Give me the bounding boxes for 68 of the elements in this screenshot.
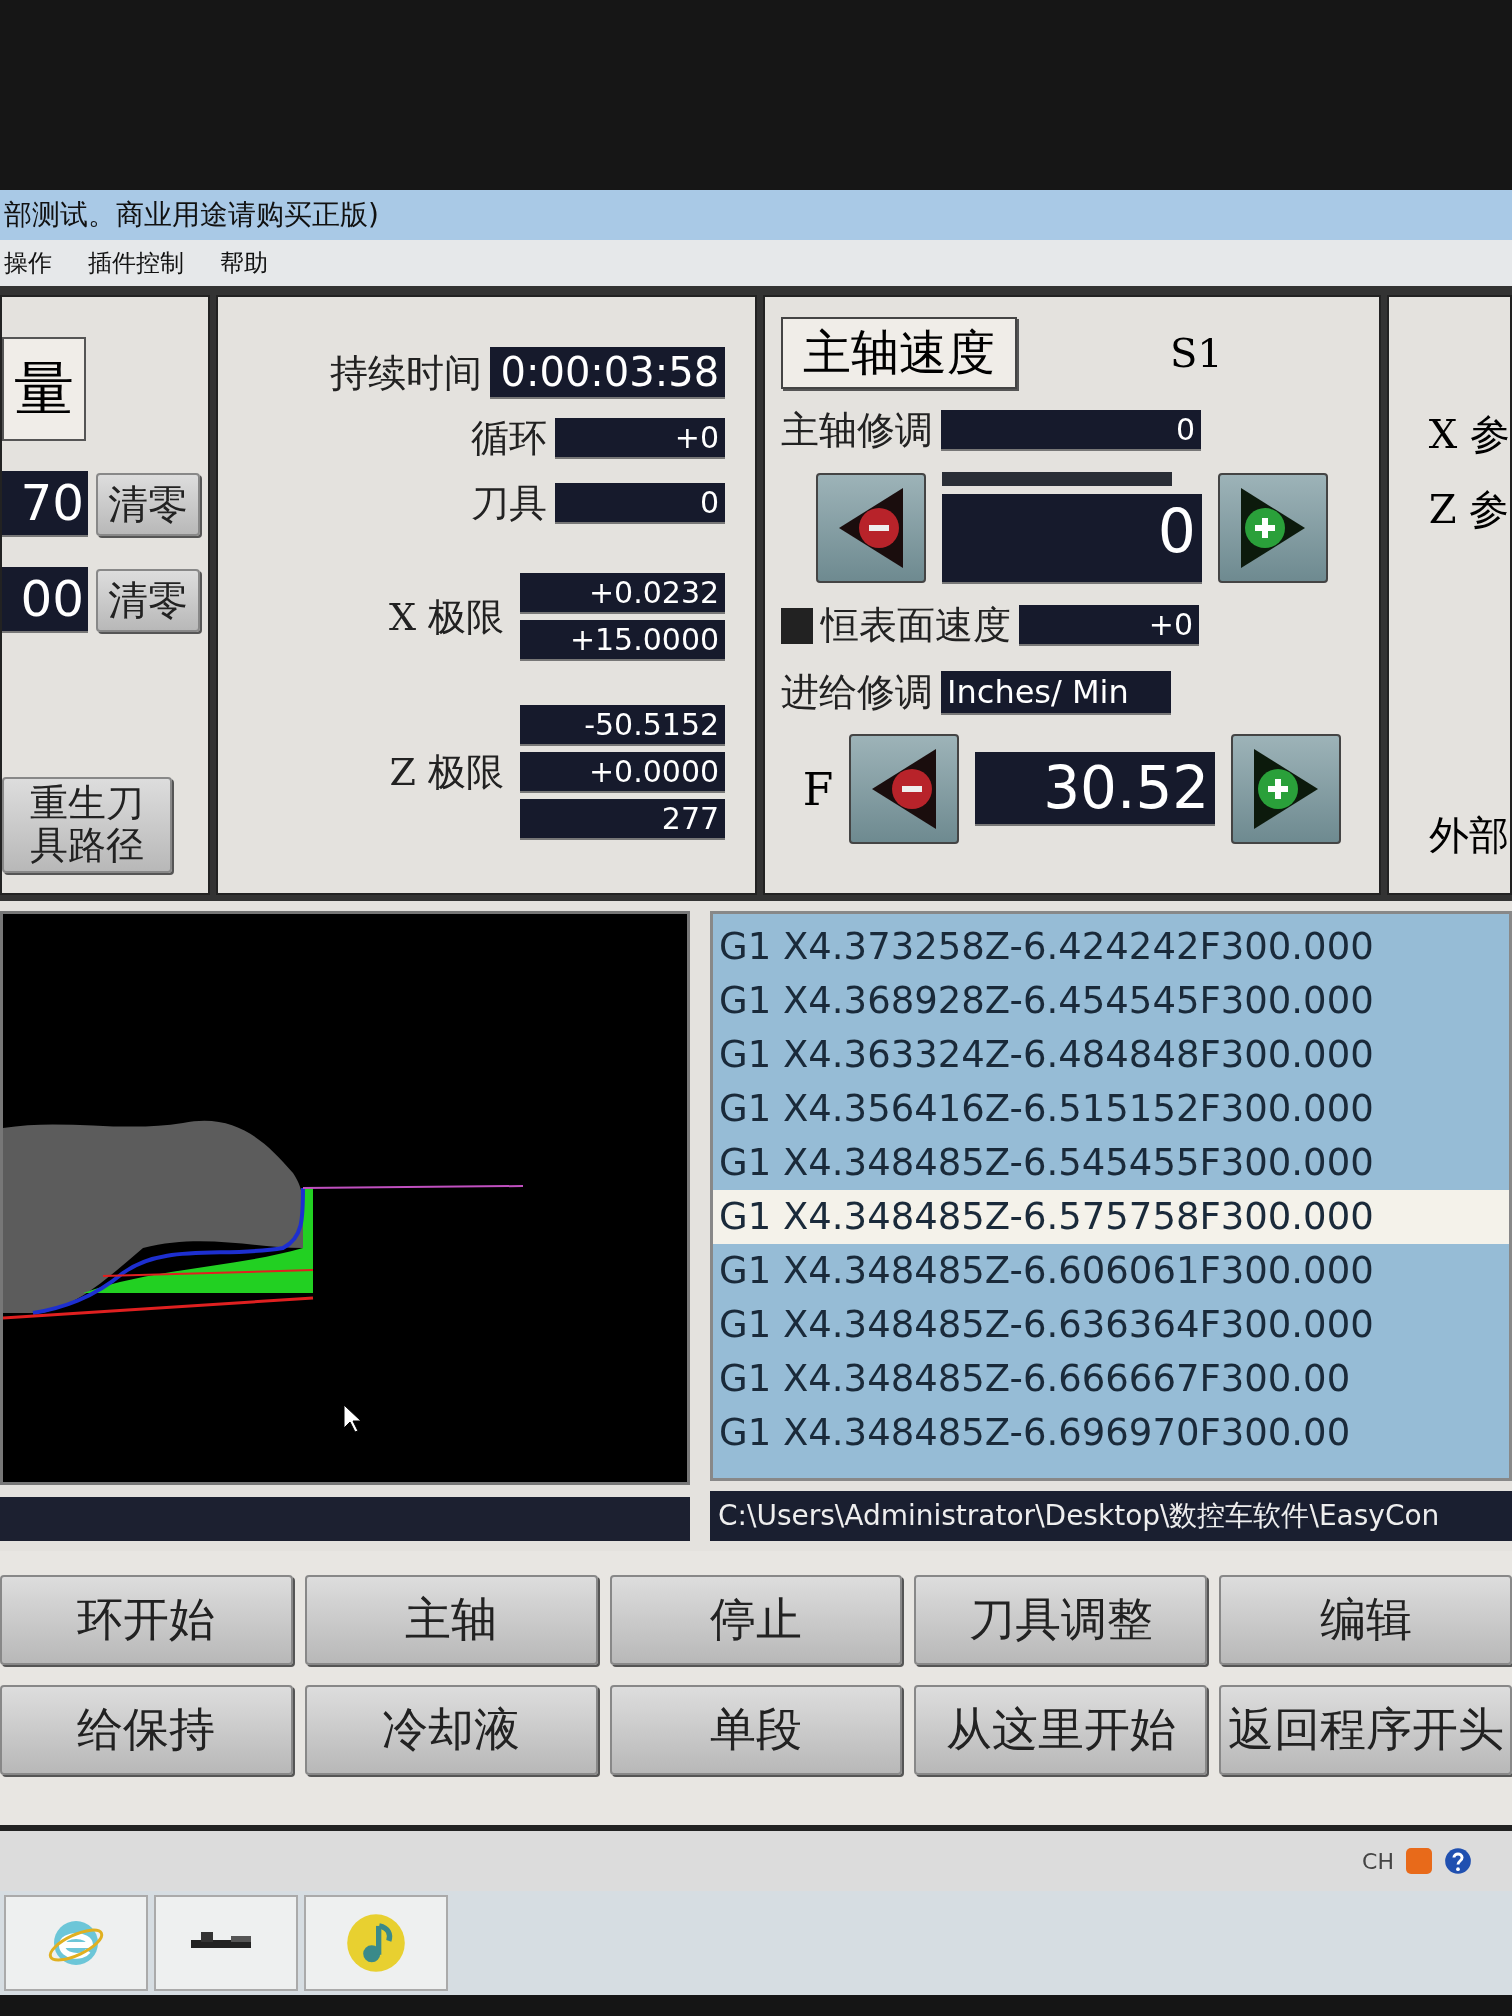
help-icon[interactable] xyxy=(1444,1847,1472,1875)
control-button[interactable]: 环开始 xyxy=(0,1575,293,1665)
spindle-speed-readout: 0 xyxy=(941,494,1202,584)
mouse-cursor-icon xyxy=(343,1404,363,1434)
control-button[interactable]: 刀具调整 xyxy=(914,1575,1208,1665)
regen-toolpath-button[interactable]: 重生刀具路径 xyxy=(2,777,172,873)
css-readout: +0 xyxy=(1019,605,1200,646)
field-label: 持续时间 xyxy=(330,349,483,397)
control-button[interactable]: 返回程序开头 xyxy=(1219,1685,1512,1775)
control-button[interactable]: 主轴 xyxy=(304,1575,598,1665)
gcode-line[interactable]: G1 X4.348485Z-6.545455F300.000 xyxy=(713,1136,1509,1190)
window-title: 部测试。商业用途请购买正版) xyxy=(4,197,379,233)
control-button[interactable]: 编辑 xyxy=(1219,1575,1512,1665)
menu-item[interactable]: 操作 xyxy=(4,247,52,279)
square-indicator-icon xyxy=(781,607,814,644)
feed-units-readout: Inches/ Min xyxy=(941,670,1172,715)
value-readout: 0:00:03:58 xyxy=(490,347,726,399)
increase-button[interactable] xyxy=(1231,734,1342,844)
control-button[interactable]: 从这里开始 xyxy=(914,1685,1208,1775)
decrease-button[interactable] xyxy=(815,473,926,583)
limit-readout: -50.5152 xyxy=(520,705,726,746)
panel-label: 外部 xyxy=(1428,811,1510,860)
gcode-line[interactable]: G1 X4.373258Z-6.424242F300.000 xyxy=(713,920,1509,974)
field-label: 刀具 xyxy=(471,480,548,527)
panel-label: X 参 xyxy=(1428,410,1510,459)
panel-label: Z 参 xyxy=(1428,485,1510,534)
decrease-button[interactable] xyxy=(849,734,960,844)
file-path: C:\Users\Administrator\Desktop\数控车软件\EasyCon xyxy=(710,1491,1512,1541)
feed-readout: 30.52 xyxy=(975,752,1216,826)
panel-heading: 量 xyxy=(2,337,86,441)
gcode-line[interactable]: G1 X4.348485Z-6.636364F300.000 xyxy=(713,1298,1509,1352)
control-button[interactable]: 单段 xyxy=(609,1685,903,1775)
position-readout: 70 xyxy=(2,471,88,537)
spindle-speed-title: 主轴速度 xyxy=(781,317,1018,389)
limit-label: X 极限 xyxy=(388,593,505,641)
taskbar-button[interactable] xyxy=(154,1895,298,1991)
control-button[interactable]: 冷却液 xyxy=(304,1685,598,1775)
gcode-line[interactable]: G1 X4.348485Z-6.696970F300.00 xyxy=(713,1406,1509,1460)
limit-label: Z 极限 xyxy=(389,749,505,796)
limit-readout: 277 xyxy=(520,799,726,840)
spindle-override-readout: 0 xyxy=(941,410,1202,451)
value-readout: 0 xyxy=(555,483,726,524)
limit-readout: +15.0000 xyxy=(520,620,726,661)
feed-label: F xyxy=(802,763,834,815)
field-label: 主轴修调 xyxy=(781,407,934,454)
zero-button[interactable]: 清零 xyxy=(96,568,200,632)
field-label: 进给修调 xyxy=(781,669,934,716)
input-method-icon[interactable] xyxy=(1406,1848,1432,1874)
gcode-line[interactable]: G1 X4.356416Z-6.515152F300.000 xyxy=(713,1082,1509,1136)
value-readout: +0 xyxy=(555,418,726,459)
control-button[interactable]: 给保持 xyxy=(0,1685,293,1775)
limit-readout: +0.0232 xyxy=(520,573,726,614)
gcode-line[interactable]: G1 X4.348485Z-6.606061F300.000 xyxy=(713,1244,1509,1298)
zero-button[interactable]: 清零 xyxy=(96,472,200,536)
control-button[interactable]: 停止 xyxy=(609,1575,903,1665)
field-label: 恒表面速度 xyxy=(821,602,1012,649)
menu-item[interactable]: 插件控制 xyxy=(88,247,184,279)
menu-item[interactable]: 帮助 xyxy=(220,247,268,279)
spindle-code: S1 xyxy=(1169,330,1223,376)
gcode-line[interactable]: G1 X4.348485Z-6.666667F300.00 xyxy=(713,1352,1509,1406)
field-label: 循环 xyxy=(471,415,548,462)
gcode-line[interactable]: G1 X4.363324Z-6.484848F300.000 xyxy=(713,1028,1509,1082)
increase-button[interactable] xyxy=(1217,473,1328,583)
gcode-line[interactable]: G1 X4.368928Z-6.454545F300.000 xyxy=(713,974,1509,1028)
limit-readout: +0.0000 xyxy=(520,752,726,793)
music-note-icon xyxy=(344,1911,408,1975)
position-readout: 00 xyxy=(2,567,88,633)
language-indicator[interactable]: CH xyxy=(1362,1848,1394,1874)
